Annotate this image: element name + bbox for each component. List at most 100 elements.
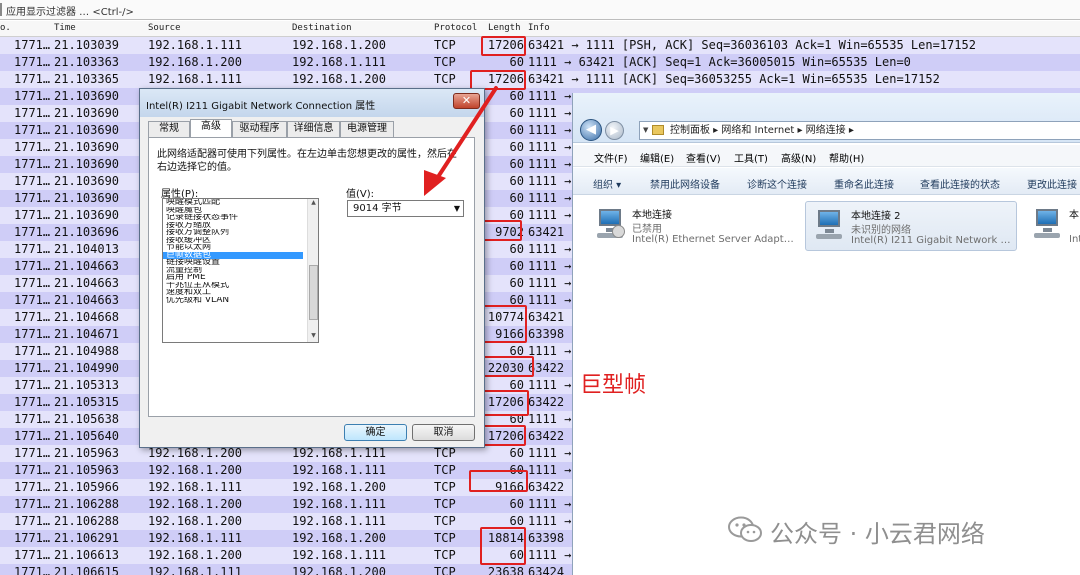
packet-list-header: o. Time Source Destination Protocol Leng… — [0, 21, 1080, 37]
packet-time: 21.106288 — [54, 497, 120, 511]
col-source-header[interactable]: Source — [148, 23, 181, 33]
col-protocol-header[interactable]: Protocol — [434, 23, 477, 33]
tab-details[interactable]: 详细信息 — [287, 121, 340, 137]
highlight-box — [480, 527, 526, 565]
address-bar[interactable]: ▼ 控制面板 ▸ 网络和 Internet ▸ 网络连接 ▸ — [639, 121, 1080, 140]
watermark-text: 公众号 · 小云君网络 — [770, 520, 985, 548]
property-item[interactable]: 记录链接状态事件 — [163, 214, 303, 222]
col-time-header[interactable]: Time — [54, 23, 76, 33]
highlight-box — [481, 425, 526, 446]
packet-number: 1771… — [14, 140, 51, 154]
property-item[interactable]: 唤醒魔包 — [163, 207, 303, 215]
property-item[interactable]: 接收方缩放 — [163, 222, 303, 230]
adapter-properties-dialog: Intel(R) I211 Gigabit Network Connection… — [139, 88, 485, 448]
property-scrollbar[interactable]: ▲ ▼ — [307, 199, 318, 342]
packet-number: 1771… — [14, 378, 51, 392]
adapter-local-connection[interactable]: 本地连接 已禁用 Intel(R) Ethernet Server Adapt… — [587, 201, 797, 251]
advanced-tab-panel: 此网络适配器可使用下列属性。在左边单击您想更改的属性，然后在右边选择它的值。 属… — [148, 137, 475, 417]
packet-destination: 192.168.1.111 — [292, 463, 386, 477]
property-item[interactable]: 启用 PME — [163, 274, 303, 282]
dialog-description: 此网络适配器可使用下列属性。在左边单击您想更改的属性，然后在右边选择它的值。 — [157, 149, 457, 173]
filter-bookmark-icon[interactable] — [0, 3, 2, 16]
breadcrumb[interactable]: 控制面板 ▸ 网络和 Internet ▸ 网络连接 ▸ — [670, 122, 854, 139]
adapter-local-connection-3[interactable]: 本 Int — [1024, 201, 1080, 251]
value-dropdown[interactable]: 9014 字节 ▼ — [347, 200, 464, 217]
packet-protocol: TCP — [434, 446, 456, 460]
col-no-header[interactable]: o. — [0, 23, 11, 33]
packet-source: 192.168.1.111 — [148, 531, 242, 545]
packet-info: 63424 — [528, 565, 565, 575]
property-item[interactable]: 接收方调整队列 — [163, 229, 303, 237]
display-filter-bar[interactable]: 应用显示过滤器 … <Ctrl-/> — [0, 0, 1080, 20]
packet-number: 1771… — [14, 157, 51, 171]
property-item[interactable]: 接收缓冲区 — [163, 237, 303, 245]
packet-info: 1111 → — [528, 514, 572, 528]
property-listbox[interactable]: 唤醒模式匹配 唤醒魔包 记录链接状态事件 接收方缩放 接收方调整队列 接收缓冲区 节能以太网… — [162, 198, 319, 343]
diagnose-button[interactable]: 诊断这个连接 — [747, 176, 807, 191]
packet-number: 1771… — [14, 208, 51, 222]
col-info-header[interactable]: Info — [528, 23, 550, 33]
col-destination-header[interactable]: Destination — [292, 23, 352, 33]
network-adapter-icon — [1032, 207, 1062, 241]
highlight-box — [479, 356, 534, 377]
menu-tools[interactable]: 工具(T) — [734, 150, 768, 165]
packet-destination: 192.168.1.200 — [292, 565, 386, 575]
packet-info: 1111 → — [528, 344, 572, 358]
packet-number: 1771… — [14, 480, 51, 494]
tab-driver[interactable]: 驱动程序 — [232, 121, 287, 137]
packet-info: 1111 → — [528, 446, 572, 460]
rename-button[interactable]: 重命名此连接 — [834, 176, 894, 191]
property-item[interactable]: 优先级和 VLAN — [163, 297, 303, 305]
view-status-button[interactable]: 查看此连接的状态 — [920, 176, 1000, 191]
packet-length: 60 — [509, 140, 524, 154]
property-item[interactable]: 速度和双工 — [163, 289, 303, 297]
tab-power-management[interactable]: 电源管理 — [340, 121, 394, 137]
dialog-titlebar[interactable]: Intel(R) I211 Gigabit Network Connection… — [140, 89, 484, 117]
organize-button[interactable]: 组织 ▾ — [593, 176, 621, 191]
table-row[interactable]: 1771… 21.103039 192.168.1.111 192.168.1.200… — [0, 37, 1080, 54]
tab-general[interactable]: 常规 — [148, 121, 190, 137]
packet-time: 21.106615 — [54, 565, 120, 575]
col-length-header[interactable]: Length — [488, 23, 521, 33]
property-item[interactable]: 千兆位主从模式 — [163, 282, 303, 290]
cancel-button[interactable]: 取消 — [412, 424, 475, 441]
menu-file[interactable]: 文件(F) — [594, 150, 628, 165]
packet-length: 23638 — [487, 565, 524, 575]
packet-info: 1111 → — [528, 463, 572, 477]
packet-number: 1771… — [14, 361, 51, 375]
packet-number: 1771… — [14, 293, 51, 307]
packet-destination: 192.168.1.111 — [292, 497, 386, 511]
packet-info: 1111 → — [528, 548, 572, 562]
property-item[interactable]: 巨帧数据包 — [163, 251, 303, 259]
property-item[interactable]: 链接唤醒设置 — [163, 259, 303, 267]
packet-time: 21.106613 — [54, 548, 120, 562]
scrollbar-thumb[interactable] — [309, 265, 318, 320]
table-row[interactable]: 1771… 21.103365 192.168.1.111 192.168.1.200… — [0, 71, 1080, 88]
packet-protocol: TCP — [434, 497, 456, 511]
packet-time: 21.105963 — [54, 463, 120, 477]
ok-button[interactable]: 确定 — [344, 424, 407, 441]
property-item[interactable]: 流量控制 — [163, 267, 303, 275]
disable-device-button[interactable]: 禁用此网络设备 — [650, 176, 720, 191]
packet-time: 21.106288 — [54, 514, 120, 528]
packet-info: 1111 → — [528, 191, 572, 205]
close-button[interactable]: ✕ — [453, 93, 480, 109]
scroll-down-icon[interactable]: ▼ — [308, 332, 318, 342]
adapter-name: 本地连接 2 — [851, 211, 901, 222]
property-item[interactable]: 唤醒模式匹配 — [163, 199, 303, 207]
scroll-up-icon[interactable]: ▲ — [308, 199, 318, 209]
back-button[interactable]: ◀ — [580, 119, 602, 141]
menu-edit[interactable]: 编辑(E) — [640, 150, 674, 165]
table-row[interactable]: 1771… 21.103363 192.168.1.200 192.168.1.111… — [0, 54, 1080, 71]
menu-advanced[interactable]: 高级(N) — [781, 150, 816, 165]
history-dropdown-icon[interactable]: ▼ — [643, 122, 648, 139]
packet-time: 21.105315 — [54, 395, 120, 409]
packet-number: 1771… — [14, 191, 51, 205]
adapter-local-connection-2[interactable]: 本地连接 2 未识别的网络 Intel(R) I211 Gigabit Netw… — [805, 201, 1017, 251]
change-settings-button[interactable]: 更改此连接 — [1027, 176, 1077, 191]
tab-advanced[interactable]: 高级 — [190, 119, 232, 137]
menu-view[interactable]: 查看(V) — [686, 150, 721, 165]
property-item[interactable]: 节能以太网 — [163, 244, 303, 252]
menu-help[interactable]: 帮助(H) — [829, 150, 864, 165]
forward-button[interactable]: ▶ — [605, 121, 624, 140]
